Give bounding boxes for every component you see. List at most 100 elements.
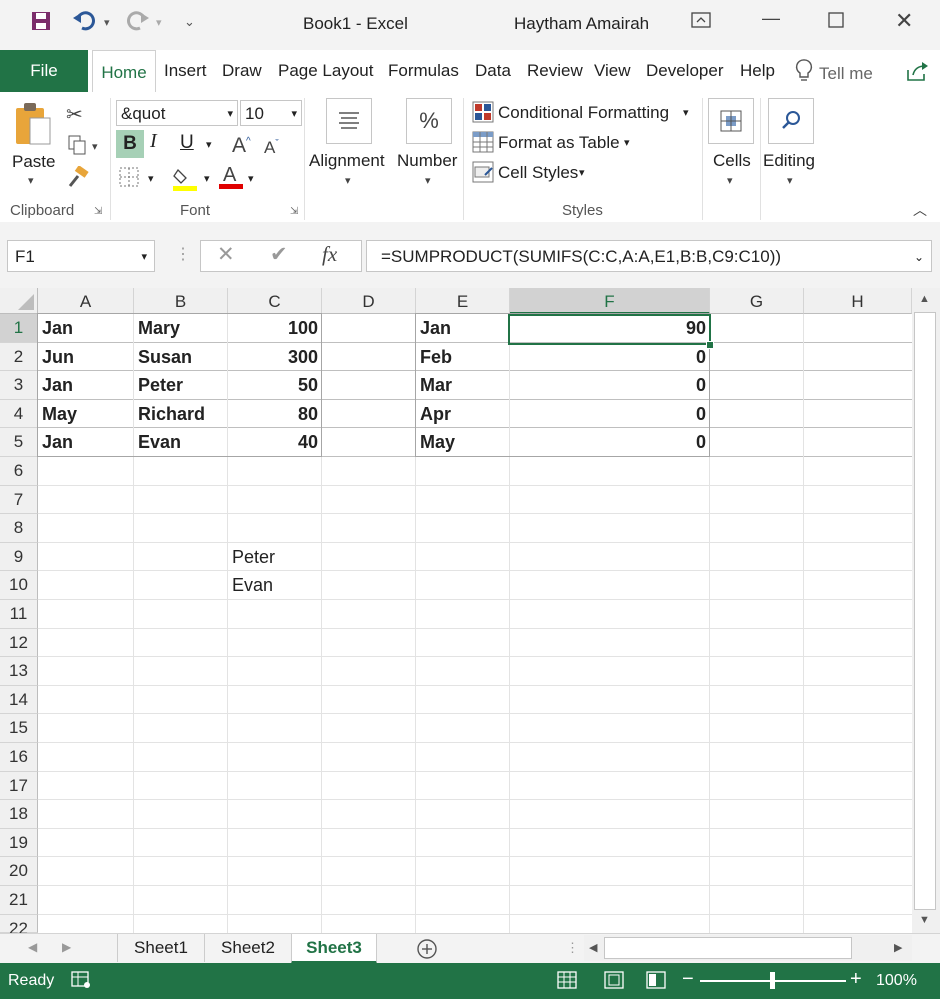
number-dropdown-icon[interactable]: ▾	[425, 174, 431, 187]
ribbon-display-options-icon[interactable]	[690, 10, 712, 35]
decrease-font-size-icon[interactable]: Aˇ	[264, 138, 279, 158]
tab-data[interactable]: Data	[475, 61, 511, 81]
cell-e3[interactable]: Mar	[416, 371, 510, 400]
redo-icon[interactable]	[124, 10, 150, 37]
sheet-tab-sheet3[interactable]: Sheet3	[291, 934, 377, 964]
row-header-20[interactable]: 20	[0, 857, 38, 886]
cell-c10[interactable]: Evan	[228, 571, 322, 600]
editing-dropdown-icon[interactable]: ▾	[787, 174, 793, 187]
paste-button[interactable]: Paste	[12, 152, 55, 172]
sheet-tab-sheet1[interactable]: Sheet1	[117, 934, 204, 962]
row-header-5[interactable]: 5	[0, 428, 38, 457]
cell-e1[interactable]: Jan	[416, 314, 510, 343]
cut-icon[interactable]: ✂	[66, 102, 83, 127]
normal-view-icon[interactable]	[556, 970, 578, 995]
add-sheet-icon[interactable]	[416, 938, 438, 965]
copy-icon[interactable]	[66, 134, 88, 161]
zoom-out-icon[interactable]: −	[682, 969, 694, 989]
enter-icon[interactable]: ✔	[270, 242, 288, 267]
cell-a4[interactable]: May	[38, 400, 134, 429]
font-color-dropdown-icon[interactable]: ▾	[248, 172, 254, 185]
tab-home[interactable]: Home	[92, 50, 156, 95]
cancel-icon[interactable]: ✕	[217, 242, 235, 267]
user-name[interactable]: Haytham Amairah	[514, 14, 649, 34]
cell-c5[interactable]: 40	[228, 428, 322, 457]
chevron-down-icon[interactable]: ▾	[683, 106, 689, 119]
font-size-select[interactable]: 10 ▾	[240, 100, 302, 126]
row-header-22[interactable]: 22	[0, 914, 38, 938]
font-color-icon[interactable]: A	[218, 162, 244, 195]
cell-e2[interactable]: Feb	[416, 343, 510, 372]
cell-e4[interactable]: Apr	[416, 400, 510, 429]
fill-handle[interactable]	[706, 341, 714, 349]
clipboard-launcher-icon[interactable]: ⇲	[94, 206, 102, 217]
tab-developer[interactable]: Developer	[646, 61, 724, 81]
formula-input[interactable]: =SUMPRODUCT(SUMIFS(C:C,A:A,E1,B:B,C9:C10…	[366, 240, 932, 272]
row-header-6[interactable]: 6	[0, 457, 38, 486]
row-header-17[interactable]: 17	[0, 771, 38, 801]
row-header-21[interactable]: 21	[0, 886, 38, 915]
row-header-19[interactable]: 19	[0, 828, 38, 858]
tab-page-layout[interactable]: Page Layout	[278, 61, 373, 81]
scroll-up-icon[interactable]: ▲	[919, 293, 930, 305]
column-header-h[interactable]: H	[804, 288, 912, 314]
column-header-b[interactable]: B	[134, 288, 228, 314]
cell-f2[interactable]: 0	[510, 343, 710, 372]
cells-button[interactable]: Cells	[713, 151, 751, 171]
paste-icon[interactable]	[12, 100, 54, 153]
cell-b5[interactable]: Evan	[134, 428, 228, 457]
zoom-slider-thumb[interactable]	[770, 972, 775, 989]
cell-c1[interactable]: 100	[228, 314, 322, 343]
cell-c9[interactable]: Peter	[228, 543, 322, 572]
row-header-7[interactable]: 7	[0, 485, 38, 515]
macro-record-icon[interactable]	[70, 970, 92, 995]
more-options-icon[interactable]: ⋮	[175, 244, 191, 264]
column-header-g[interactable]: G	[710, 288, 804, 314]
page-break-view-icon[interactable]	[645, 970, 667, 995]
customize-qat-icon[interactable]: ⌄	[184, 14, 195, 30]
row-header-11[interactable]: 11	[0, 600, 38, 629]
row-header-15[interactable]: 15	[0, 714, 38, 743]
row-header-1[interactable]: 1	[0, 314, 38, 343]
close-icon[interactable]: ✕	[895, 8, 913, 34]
row-header-14[interactable]: 14	[0, 685, 38, 715]
undo-icon[interactable]	[72, 10, 98, 37]
insert-function-icon[interactable]: fx	[322, 242, 337, 267]
tell-me-box[interactable]: Tell me	[819, 64, 873, 84]
cell-f3[interactable]: 0	[510, 371, 710, 400]
chevron-down-icon[interactable]: ▾	[579, 166, 585, 179]
cell-b3[interactable]: Peter	[134, 371, 228, 400]
vertical-scroll-thumb[interactable]	[914, 312, 936, 910]
row-header-8[interactable]: 8	[0, 514, 38, 543]
zoom-level[interactable]: 100%	[876, 972, 917, 990]
percent-icon[interactable]: %	[406, 98, 452, 144]
tab-draw[interactable]: Draw	[222, 61, 262, 81]
row-header-12[interactable]: 12	[0, 628, 38, 658]
scroll-down-icon[interactable]: ▼	[919, 914, 930, 926]
alignment-icon[interactable]	[326, 98, 372, 144]
undo-dropdown-icon[interactable]: ▾	[104, 16, 110, 29]
cell-b4[interactable]: Richard	[134, 400, 228, 429]
horizontal-scroll-thumb[interactable]	[604, 937, 852, 959]
select-all-corner[interactable]	[0, 288, 38, 314]
cell-a3[interactable]: Jan	[38, 371, 134, 400]
prev-sheet-icon[interactable]: ◀	[28, 940, 37, 954]
borders-icon[interactable]	[118, 166, 140, 193]
next-sheet-icon[interactable]: ▶	[62, 940, 71, 954]
column-header-a[interactable]: A	[38, 288, 134, 314]
cell-styles-button[interactable]: Cell Styles	[498, 163, 578, 183]
paste-dropdown-icon[interactable]: ▾	[28, 174, 34, 187]
search-icon[interactable]	[768, 98, 814, 144]
tab-review[interactable]: Review	[527, 61, 583, 81]
page-layout-view-icon[interactable]	[603, 970, 625, 995]
scroll-left-icon[interactable]: ◀	[589, 941, 597, 954]
cells-dropdown-icon[interactable]: ▾	[727, 174, 733, 187]
name-box[interactable]: F1 ▾	[7, 240, 155, 272]
minimize-icon[interactable]: —	[762, 8, 780, 29]
tab-help[interactable]: Help	[740, 61, 775, 81]
cell-e5[interactable]: May	[416, 428, 510, 457]
number-button[interactable]: Number	[397, 151, 457, 171]
cells-icon[interactable]	[708, 98, 754, 144]
format-painter-icon[interactable]	[66, 165, 90, 193]
column-header-e[interactable]: E	[416, 288, 510, 314]
